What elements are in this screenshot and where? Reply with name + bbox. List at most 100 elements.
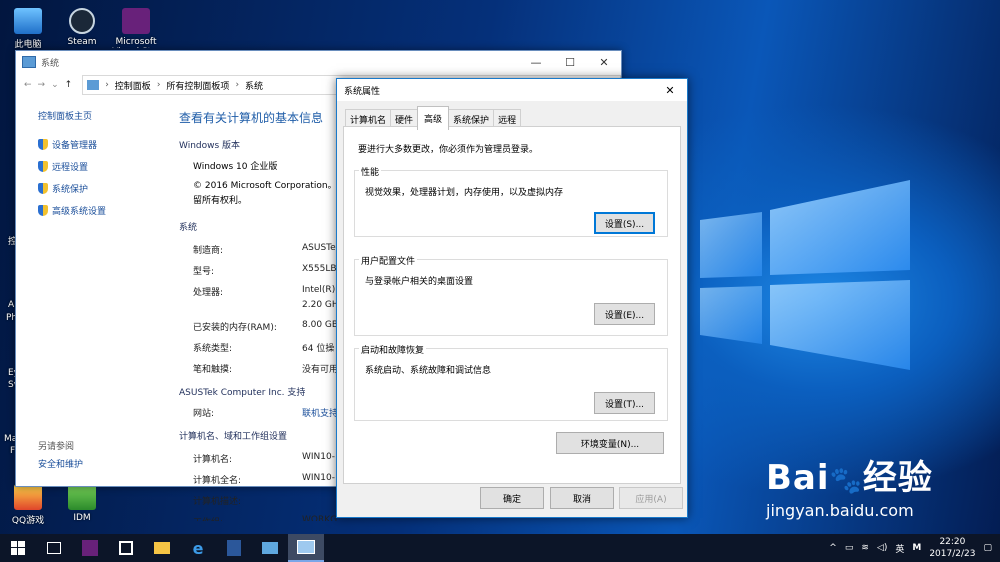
- volume-icon[interactable]: ◁): [877, 543, 887, 553]
- row-value: X555LB: [302, 264, 337, 274]
- link-label: 系统保护: [52, 185, 89, 195]
- paw-icon: 🐾: [829, 466, 863, 496]
- taskbar-remote-desktop[interactable]: [252, 534, 288, 562]
- system-protection-link[interactable]: 系统保护: [38, 182, 168, 195]
- taskbar: e ^ ▭ ≋ ◁) 英 M 22:20 2017/2/23 ▢: [0, 534, 1000, 562]
- close-icon[interactable]: ✕: [653, 79, 687, 101]
- dialog-title: 系统属性: [344, 86, 381, 97]
- group-title: 启动和故障恢复: [359, 343, 427, 356]
- performance-settings-button[interactable]: 设置(S)...: [594, 212, 655, 234]
- startup-recovery-settings-button[interactable]: 设置(T)...: [594, 392, 655, 414]
- group-description: 与登录帐户相关的桌面设置: [365, 277, 474, 287]
- row-value: 8.00 GB: [302, 320, 339, 330]
- minimize-button[interactable]: —: [519, 51, 553, 73]
- maximize-button[interactable]: ☐: [553, 51, 587, 73]
- advanced-tab-panel: 要进行大多数更改，你必须作为管理员登录。 性能 视觉效果，处理器计划，内存使用，…: [343, 126, 681, 484]
- wifi-icon[interactable]: ≋: [861, 543, 869, 553]
- taskbar-store[interactable]: [108, 534, 144, 562]
- shield-icon: [38, 161, 48, 172]
- desktop-icon-qq-games[interactable]: QQ游戏: [0, 484, 56, 526]
- clock-time: 22:20: [939, 537, 966, 547]
- row-value: 没有可用: [302, 365, 339, 375]
- desktop-icon-label: 此电脑: [14, 40, 42, 50]
- user-profiles-settings-button[interactable]: 设置(E)...: [594, 303, 655, 325]
- row-value: 2.20 GH: [302, 300, 339, 310]
- system-properties-dialog: 系统属性 ✕ 计算机名 硬件 高级 系统保护 远程 要进行大多数更改，你必须作为…: [336, 78, 688, 518]
- taskbar-system[interactable]: [288, 534, 324, 562]
- row-key: 处理器:: [193, 288, 224, 298]
- breadcrumb-item[interactable]: 所有控制面板项: [166, 79, 229, 92]
- row-key: 网站:: [193, 409, 215, 419]
- page-title: 查看有关计算机的基本信息: [179, 111, 324, 125]
- system-row: 系统类型: 64 位操: [179, 341, 359, 354]
- control-panel-home-link[interactable]: 控制面板主页: [38, 109, 168, 122]
- row-value: WORKG: [302, 515, 338, 521]
- taskbar-word[interactable]: [216, 534, 252, 562]
- chevron-right-icon: ›: [235, 80, 240, 90]
- system-row: 2.20 GH: [179, 300, 359, 310]
- shield-icon: [38, 205, 48, 216]
- section-heading: 系统: [179, 223, 198, 233]
- network-icon[interactable]: ▭: [845, 543, 854, 553]
- recent-chevron-icon[interactable]: ⌄: [51, 80, 59, 90]
- clock[interactable]: 22:20 2017/2/23: [929, 536, 975, 560]
- desktop-icon-visual-studio[interactable]: Microsoft Visual St...: [108, 8, 164, 48]
- environment-variables-button[interactable]: 环境变量(N)...: [556, 432, 664, 454]
- desktop-icon-label: Microsoft Visual St...: [112, 37, 160, 48]
- apply-button[interactable]: 应用(A): [619, 487, 683, 509]
- support-row: 网站: 联机支持: [179, 406, 359, 419]
- system-row: 笔和触摸: 没有可用: [179, 362, 359, 375]
- control-panel-icon: [87, 80, 100, 90]
- notification-icon[interactable]: ▢: [983, 543, 992, 553]
- task-view-button[interactable]: [36, 534, 72, 562]
- watermark-url: jingyan.baidu.com: [766, 501, 914, 520]
- dialog-titlebar[interactable]: 系统属性 ✕: [337, 79, 687, 101]
- start-button[interactable]: [0, 534, 36, 562]
- link-label: 安全和维护: [38, 460, 84, 470]
- system-icon: [297, 540, 315, 554]
- windows-wallpaper-logo: [700, 180, 910, 370]
- row-key: 型号:: [193, 267, 215, 277]
- taskbar-edge[interactable]: e: [180, 534, 216, 562]
- security-maintenance-link[interactable]: 安全和维护: [38, 457, 83, 470]
- ime-language[interactable]: 英: [895, 542, 904, 555]
- desktop-icon-idm[interactable]: IDM: [54, 484, 110, 523]
- online-support-link[interactable]: 联机支持: [302, 406, 338, 419]
- clock-date: 2017/2/23: [929, 549, 976, 559]
- word-icon: [227, 540, 241, 556]
- row-key: 笔和触摸:: [193, 365, 233, 375]
- cancel-button[interactable]: 取消: [550, 487, 614, 509]
- row-value: ASUSTe: [302, 243, 336, 253]
- see-also-label: 另请参阅: [38, 442, 75, 452]
- section-heading: ASUSTek Computer Inc. 支持: [179, 388, 306, 398]
- desktop-icon-steam[interactable]: Steam: [54, 8, 110, 47]
- device-manager-link[interactable]: 设备管理器: [38, 138, 168, 151]
- remote-settings-link[interactable]: 远程设置: [38, 160, 168, 173]
- taskbar-visual-studio[interactable]: [72, 534, 108, 562]
- breadcrumb-item[interactable]: 系统: [245, 79, 263, 92]
- up-arrow-icon[interactable]: ↑: [65, 80, 73, 90]
- back-arrow-icon[interactable]: ←: [24, 80, 32, 90]
- ime-mode[interactable]: M: [912, 543, 921, 553]
- tab-advanced[interactable]: 高级: [417, 106, 450, 130]
- close-button[interactable]: ✕: [587, 51, 621, 73]
- link-label: 高级系统设置: [52, 207, 107, 217]
- idm-icon: [68, 484, 96, 510]
- row-key: 制造商:: [193, 246, 224, 256]
- forward-arrow-icon[interactable]: →: [38, 80, 46, 90]
- row-value: Intel(R): [302, 285, 336, 295]
- desktop-icon-label: IDM: [73, 513, 91, 523]
- domain-row: 工作组:WORKG: [179, 515, 359, 521]
- performance-group: 性能 视觉效果，处理器计划，内存使用，以及虚拟内存 设置(S)...: [354, 165, 668, 237]
- computer-icon: [14, 8, 42, 34]
- show-hidden-icons-icon[interactable]: ^: [829, 543, 837, 553]
- advanced-system-settings-link[interactable]: 高级系统设置: [38, 204, 168, 217]
- user-profiles-group: 用户配置文件 与登录帐户相关的桌面设置 设置(E)...: [354, 254, 668, 336]
- desktop-icon-this-pc[interactable]: 此电脑: [0, 8, 56, 50]
- group-description: 视觉效果，处理器计划，内存使用，以及虚拟内存: [365, 188, 564, 198]
- ok-button[interactable]: 确定: [480, 487, 544, 509]
- window-title: 系统: [41, 58, 60, 69]
- group-description: 系统启动、系统故障和调试信息: [365, 366, 492, 376]
- taskbar-file-explorer[interactable]: [144, 534, 180, 562]
- breadcrumb-item[interactable]: 控制面板: [115, 79, 151, 92]
